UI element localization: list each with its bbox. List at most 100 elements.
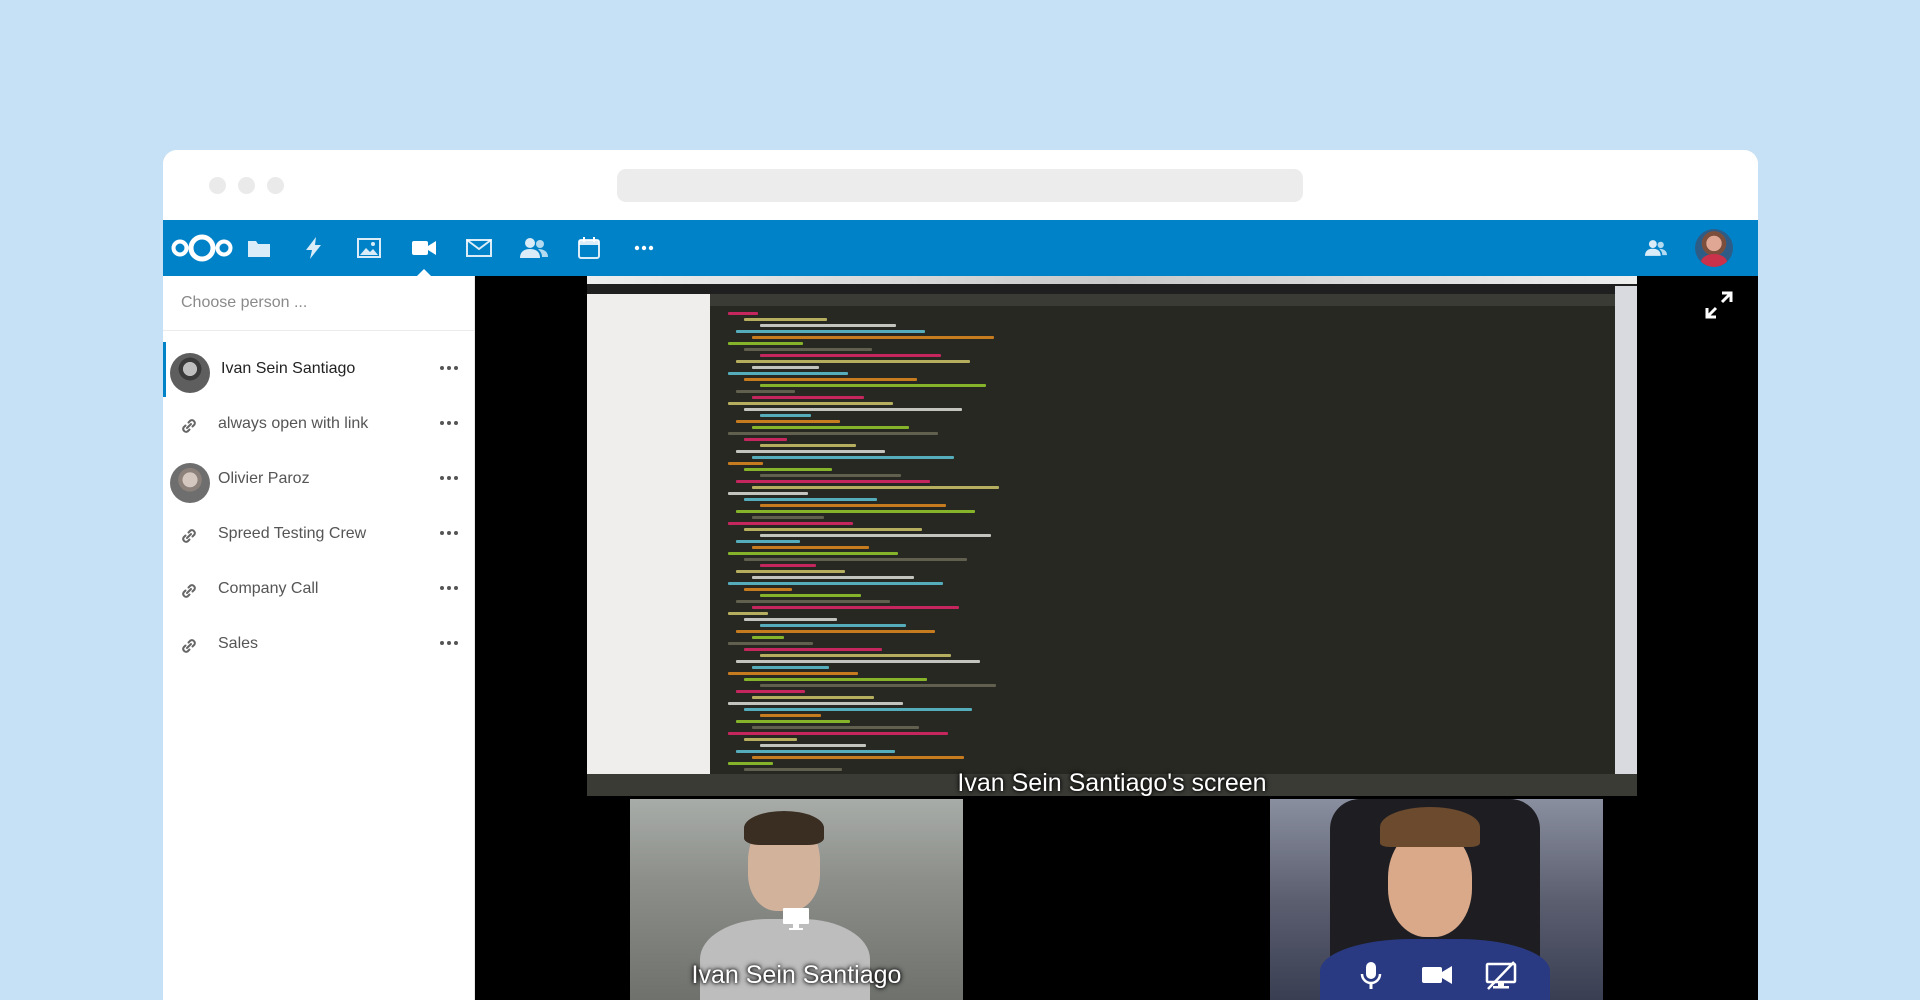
code-line [728,402,893,405]
code-line [728,672,858,675]
conversation-item-spreed[interactable]: Spreed Testing Crew [163,507,474,562]
participant-video-ivan: Ivan Sein Santiago [630,799,963,1000]
fullscreen-icon[interactable] [1704,290,1734,320]
browser-titlebar [163,150,1758,220]
shared-screen[interactable]: Ivan Sein Santiago's screen [587,276,1637,796]
code-line [760,594,861,597]
code-line [752,516,824,519]
shared-screen-code [710,306,1615,784]
avatar [170,353,210,393]
talk-video-icon[interactable] [402,220,446,276]
code-line [744,348,872,351]
address-bar[interactable] [617,169,1303,202]
shared-screen-file-tree [587,294,710,786]
search-container [163,276,474,331]
code-line [752,336,994,339]
window-minimize-button[interactable] [238,177,255,194]
code-line [752,426,909,429]
code-line [744,648,882,651]
nextcloud-logo-icon[interactable] [167,220,237,276]
contacts-icon[interactable] [512,220,556,276]
activity-bolt-icon[interactable] [292,220,336,276]
code-line [736,390,795,393]
code-line [736,750,895,753]
link-icon [182,529,196,543]
code-line [736,510,975,513]
code-line [752,546,869,549]
code-line [736,480,930,483]
more-options-icon[interactable] [438,633,460,653]
code-line [728,552,898,555]
top-navigation-bar [163,220,1758,276]
active-app-indicator [417,269,431,276]
code-line [744,408,962,411]
code-line [752,576,914,579]
more-apps-icon[interactable] [622,220,666,276]
conversation-label: Sales [218,635,259,652]
shared-screen-editor-tabs [710,294,1615,306]
code-line [736,570,845,573]
more-options-icon[interactable] [438,578,460,598]
code-line [744,558,967,561]
contacts-menu-icon[interactable] [1634,220,1678,276]
code-line [744,318,827,321]
code-line [728,462,763,465]
choose-person-input[interactable] [163,276,451,330]
code-line [752,606,959,609]
conversation-item-olivier[interactable]: Olivier Paroz [163,452,474,507]
microphone-icon[interactable] [1354,958,1388,992]
code-line [744,378,917,381]
more-options-icon[interactable] [438,358,460,378]
code-line [736,330,925,333]
code-line [760,714,821,717]
gallery-image-icon[interactable] [347,220,391,276]
files-folder-icon[interactable] [237,220,281,276]
window-maximize-button[interactable] [267,177,284,194]
code-line [728,492,808,495]
mail-icon[interactable] [457,220,501,276]
code-line [744,738,797,741]
calendar-icon[interactable] [567,220,611,276]
code-line [752,636,784,639]
code-line [728,342,803,345]
code-line [736,360,970,363]
code-line [728,612,768,615]
camera-icon[interactable] [1420,958,1454,992]
more-options-icon[interactable] [438,413,460,433]
conversation-label: Company Call [218,580,319,597]
conversation-label: Ivan Sein Santiago [221,360,356,377]
call-controls [1270,940,1603,1000]
shared-screen-dock [1615,286,1637,786]
code-line [736,720,850,723]
window-close-button[interactable] [209,177,226,194]
browser-window: Ivan Sein Santiago always open with link… [163,150,1758,1000]
code-line [744,618,837,621]
code-line [760,654,951,657]
code-line [736,690,805,693]
code-line [752,366,819,369]
screen-share-off-icon[interactable] [1484,958,1518,992]
screen-share-label: Ivan Sein Santiago's screen [957,769,1267,796]
code-line [744,588,792,591]
code-line [752,756,964,759]
participant-hair [744,811,824,845]
conversation-item-ivan[interactable]: Ivan Sein Santiago [163,342,474,397]
code-line [744,528,922,531]
more-options-icon[interactable] [438,523,460,543]
code-line [728,642,813,645]
code-line [728,762,773,765]
more-options-icon[interactable] [438,468,460,488]
code-line [744,678,927,681]
conversation-item-sales[interactable]: Sales [163,617,474,672]
conversation-item-company-call[interactable]: Company Call [163,562,474,617]
code-line [760,444,856,447]
conversation-item-link[interactable]: always open with link [163,397,474,452]
code-line [752,396,864,399]
code-line [736,630,935,633]
code-line [752,486,999,489]
code-line [752,726,919,729]
code-line [728,522,853,525]
code-line [760,744,866,747]
user-avatar[interactable] [1695,229,1733,267]
code-line [744,498,877,501]
